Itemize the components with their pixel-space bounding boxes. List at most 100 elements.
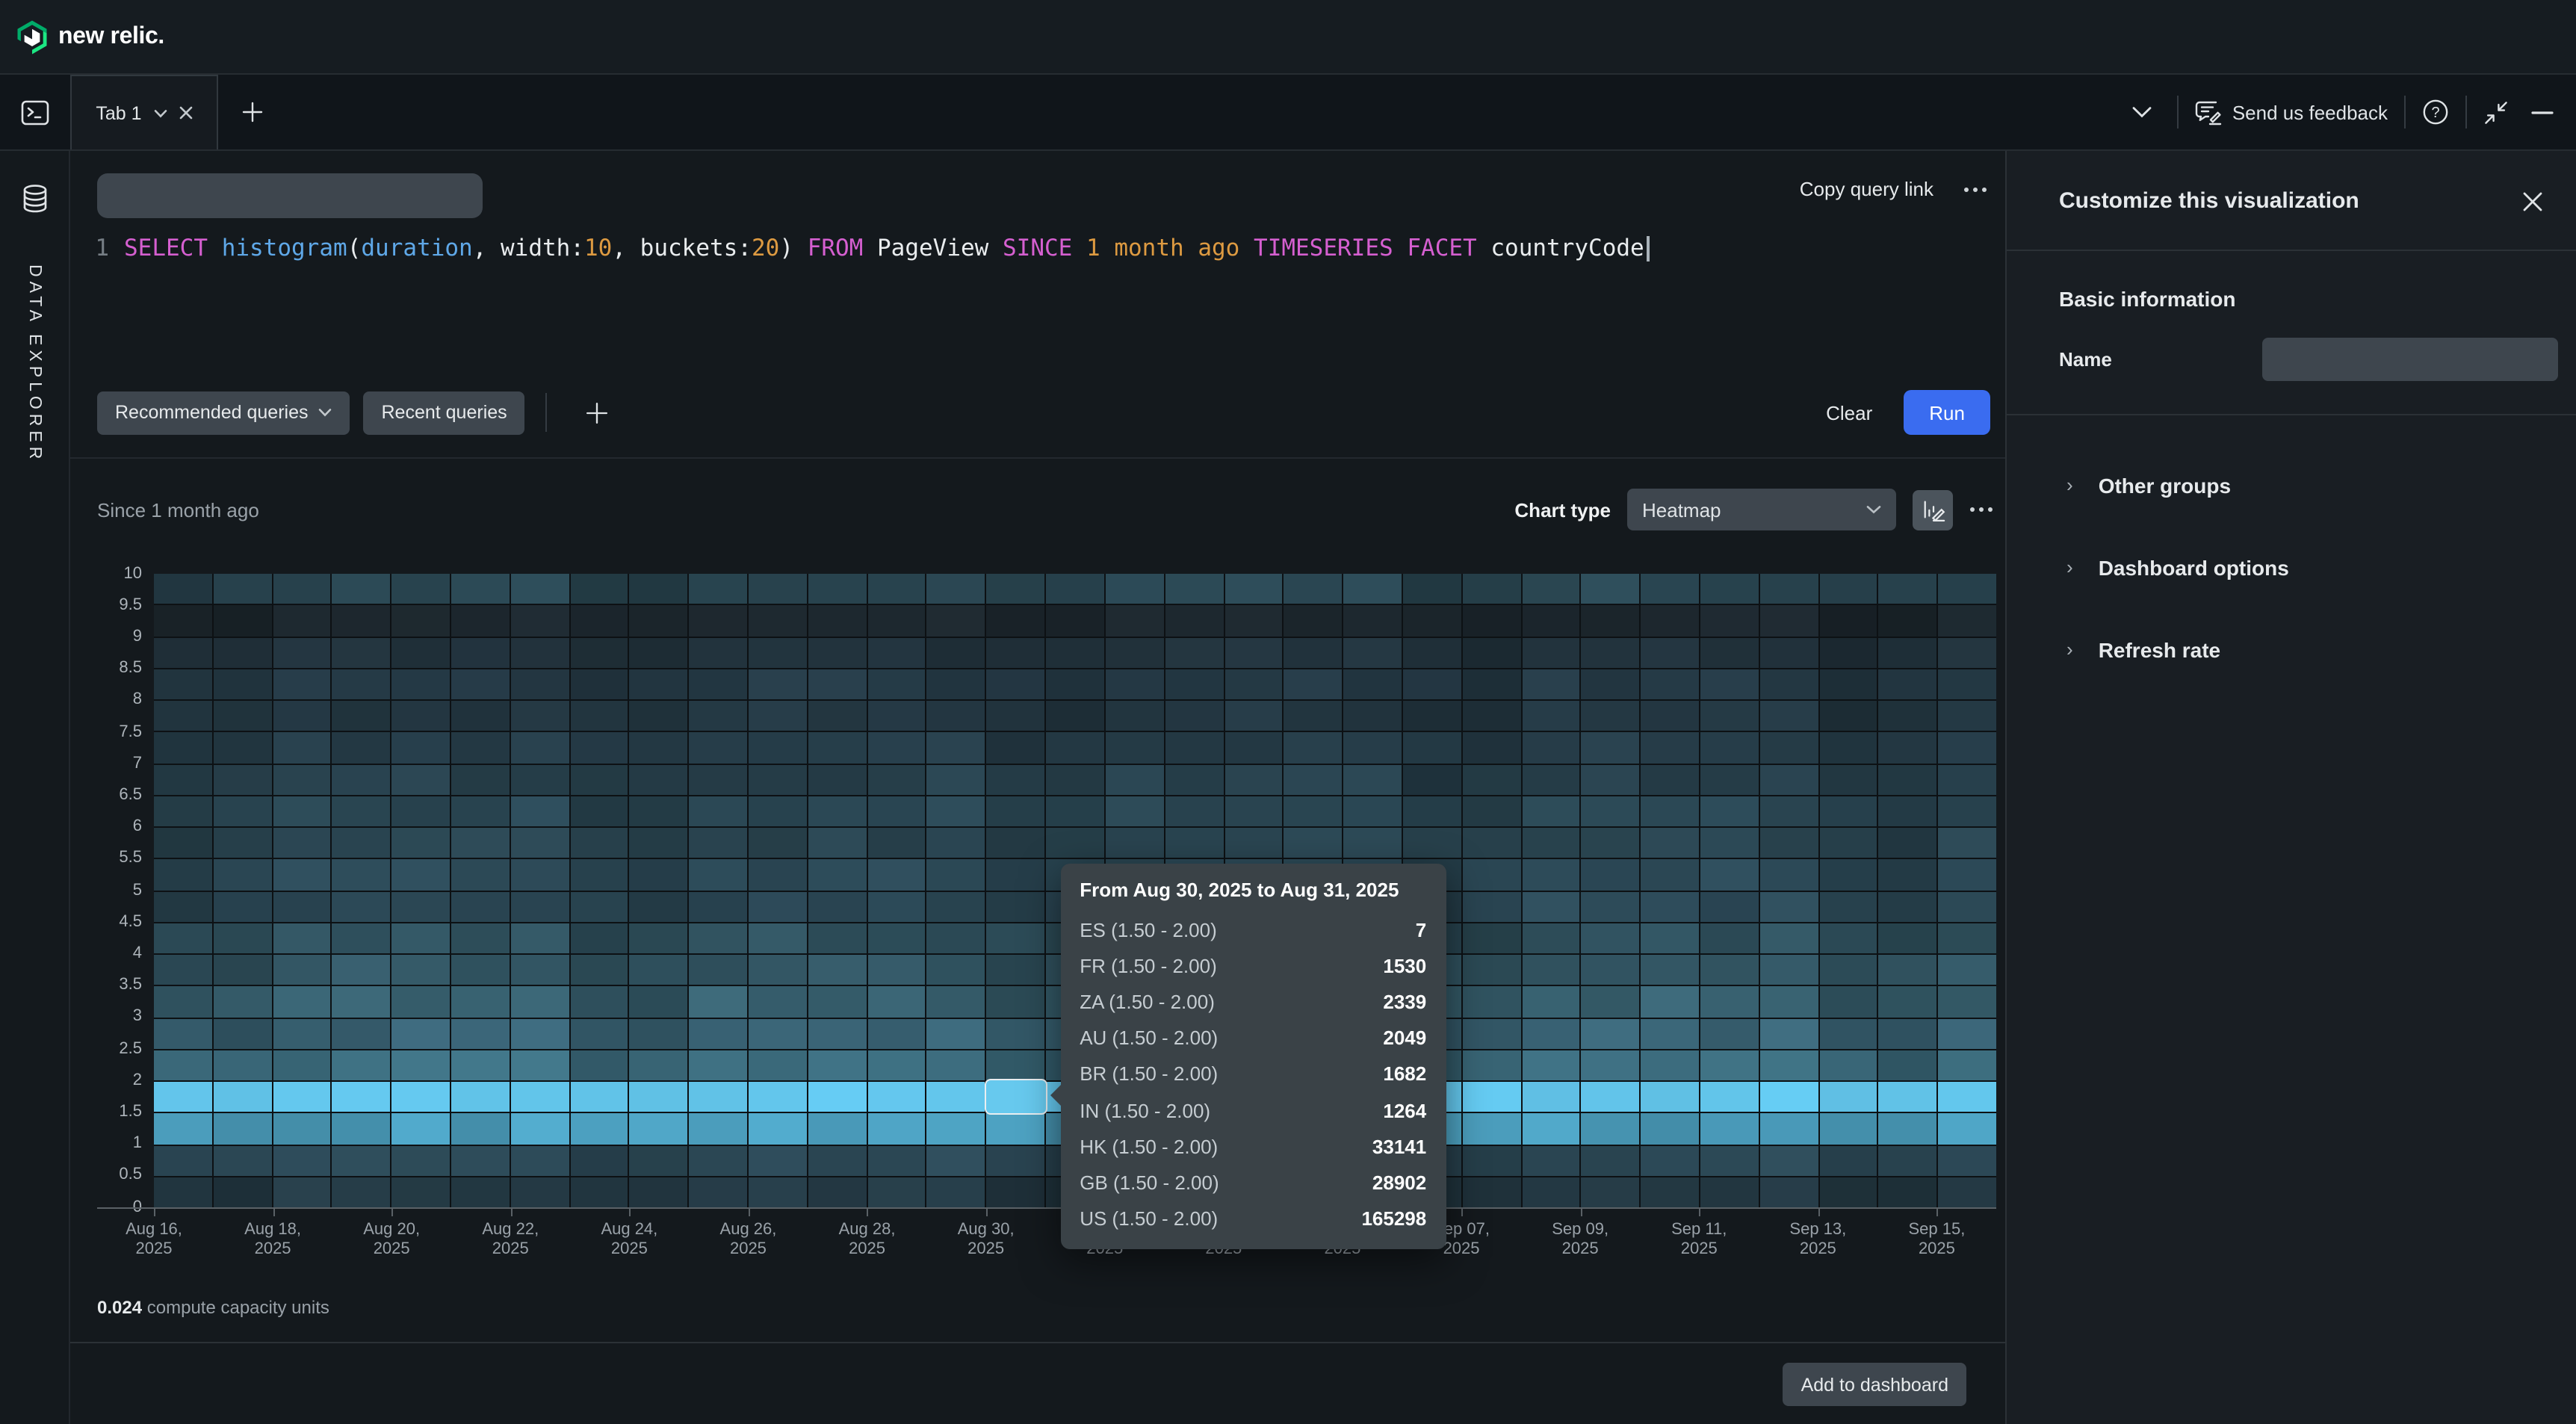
heatmap-cell[interactable]	[1879, 1114, 1937, 1145]
heatmap-cell[interactable]	[690, 1082, 748, 1112]
heatmap-cell[interactable]	[1462, 1145, 1520, 1176]
heatmap-cell[interactable]	[690, 1177, 748, 1208]
heatmap-cell[interactable]	[1522, 1082, 1580, 1112]
heatmap-cell[interactable]	[1165, 796, 1223, 827]
heatmap-cell[interactable]	[1343, 669, 1402, 700]
heatmap-cell[interactable]	[690, 987, 748, 1018]
heatmap-cell[interactable]	[987, 669, 1045, 700]
heatmap-cell[interactable]	[808, 701, 867, 731]
heatmap-cell[interactable]	[1760, 1145, 1818, 1176]
heatmap-cell[interactable]	[749, 574, 807, 604]
heatmap-cell[interactable]	[1522, 1018, 1580, 1049]
heatmap-cell[interactable]	[630, 606, 688, 637]
heatmap-cell[interactable]	[630, 764, 688, 795]
heatmap-cell[interactable]	[1462, 606, 1520, 637]
heatmap-cell[interactable]	[1224, 701, 1283, 731]
heatmap-cell[interactable]	[1582, 923, 1640, 954]
heatmap-cell[interactable]	[690, 1114, 748, 1145]
heatmap-cell[interactable]	[1879, 828, 1937, 858]
heatmap-cell[interactable]	[391, 1082, 450, 1112]
heatmap-cell[interactable]	[451, 828, 510, 858]
heatmap-cell[interactable]	[1760, 1114, 1818, 1145]
heatmap-cell[interactable]	[867, 796, 926, 827]
heatmap-cell[interactable]	[927, 574, 985, 604]
heatmap-cell[interactable]	[1641, 955, 1699, 985]
heatmap-cell[interactable]	[690, 701, 748, 731]
heatmap-cell[interactable]	[1760, 860, 1818, 891]
heatmap-cell[interactable]	[1165, 606, 1223, 637]
heatmap-cell[interactable]	[273, 828, 331, 858]
heatmap-cell[interactable]	[570, 828, 628, 858]
heatmap-cell[interactable]	[867, 1018, 926, 1049]
heatmap-cell[interactable]	[927, 987, 985, 1018]
heatmap-cell[interactable]	[1819, 764, 1877, 795]
heatmap-cell[interactable]	[927, 606, 985, 637]
heatmap-cell[interactable]	[1760, 574, 1818, 604]
heatmap-cell[interactable]	[1879, 1082, 1937, 1112]
heatmap-cell[interactable]	[451, 1050, 510, 1081]
heatmap-cell[interactable]	[987, 764, 1045, 795]
heatmap-cell[interactable]	[1462, 955, 1520, 985]
heatmap-cell[interactable]	[927, 669, 985, 700]
heatmap-cell[interactable]	[1819, 1018, 1877, 1049]
heatmap-cell[interactable]	[630, 860, 688, 891]
heatmap-cell[interactable]	[630, 701, 688, 731]
heatmap-cell[interactable]	[154, 574, 212, 604]
heatmap-cell[interactable]	[1403, 637, 1461, 668]
heatmap-cell[interactable]	[808, 891, 867, 922]
heatmap-cell[interactable]	[154, 669, 212, 700]
heatmap-cell[interactable]	[1819, 669, 1877, 700]
heatmap-cell[interactable]	[451, 923, 510, 954]
heatmap-cell[interactable]	[987, 733, 1045, 764]
heatmap-cell[interactable]	[332, 828, 391, 858]
heatmap-cell[interactable]	[987, 1145, 1045, 1176]
heatmap-cell[interactable]	[214, 574, 272, 604]
add-to-dashboard-button[interactable]: Add to dashboard	[1783, 1363, 1966, 1406]
heatmap-cell[interactable]	[1046, 764, 1104, 795]
heatmap-cell[interactable]	[1819, 606, 1877, 637]
add-tab-button[interactable]	[218, 75, 287, 149]
heatmap-cell[interactable]	[1582, 1145, 1640, 1176]
heatmap-cell[interactable]	[273, 923, 331, 954]
heatmap-cell[interactable]	[1106, 733, 1164, 764]
collapse-icon[interactable]	[2483, 99, 2509, 125]
heatmap-cell[interactable]	[927, 1050, 985, 1081]
heatmap-cell[interactable]	[1284, 796, 1343, 827]
heatmap-cell[interactable]	[1582, 860, 1640, 891]
heatmap-cell[interactable]	[1224, 606, 1283, 637]
heatmap-cell[interactable]	[1046, 828, 1104, 858]
heatmap-cell[interactable]	[1819, 796, 1877, 827]
heatmap-cell[interactable]	[154, 1018, 212, 1049]
heatmap-cell[interactable]	[1641, 1082, 1699, 1112]
heatmap-cell[interactable]	[214, 891, 272, 922]
heatmap-cell[interactable]	[1522, 828, 1580, 858]
heatmap-cell[interactable]	[511, 1082, 569, 1112]
heatmap-cell[interactable]	[987, 987, 1045, 1018]
add-query-button[interactable]	[569, 391, 627, 434]
heatmap-cell[interactable]	[1284, 828, 1343, 858]
heatmap-cell[interactable]	[1938, 733, 1996, 764]
heatmap-cell[interactable]	[808, 987, 867, 1018]
heatmap-cell[interactable]	[1582, 796, 1640, 827]
heatmap-cell[interactable]	[154, 606, 212, 637]
heatmap-cell[interactable]	[214, 701, 272, 731]
heatmap-cell[interactable]	[927, 828, 985, 858]
heatmap-cell[interactable]	[391, 923, 450, 954]
heatmap-cell[interactable]	[1522, 701, 1580, 731]
heatmap-cell[interactable]	[1938, 764, 1996, 795]
heatmap-cell[interactable]	[391, 764, 450, 795]
heatmap-cell[interactable]	[1582, 1050, 1640, 1081]
heatmap-cell[interactable]	[630, 891, 688, 922]
heatmap-cell[interactable]	[1760, 1177, 1818, 1208]
heatmap-cell[interactable]	[1760, 637, 1818, 668]
heatmap-cell[interactable]	[1700, 606, 1759, 637]
console-toggle[interactable]	[0, 75, 70, 149]
heatmap-cell[interactable]	[273, 955, 331, 985]
heatmap-cell[interactable]	[867, 891, 926, 922]
heatmap-cell[interactable]	[630, 923, 688, 954]
heatmap-cell[interactable]	[1582, 669, 1640, 700]
heatmap-cell[interactable]	[749, 1145, 807, 1176]
heatmap-cell[interactable]	[1641, 1145, 1699, 1176]
heatmap-cell[interactable]	[1343, 574, 1402, 604]
heatmap-cell[interactable]	[451, 860, 510, 891]
